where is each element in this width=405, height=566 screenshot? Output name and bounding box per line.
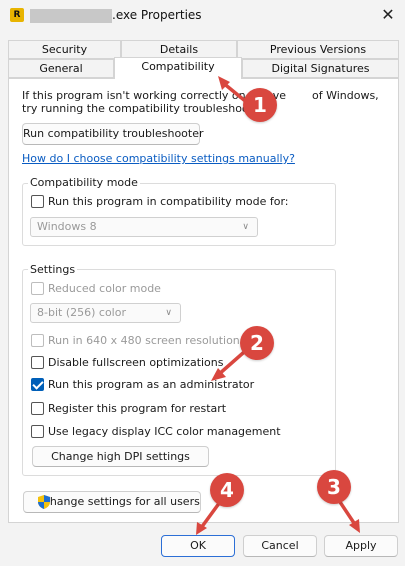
run-troubleshooter-button[interactable]: Run compatibility troubleshooter xyxy=(22,123,204,145)
close-icon[interactable]: ✕ xyxy=(377,4,399,26)
change-all-users-label: Change settings for all users xyxy=(42,495,200,508)
annotation-badge-3: 3 xyxy=(317,470,351,504)
run-640-checkbox[interactable] xyxy=(31,334,44,347)
chevron-down-icon: ∨ xyxy=(242,222,249,232)
compatibility-mode-label: Compatibility mode xyxy=(28,176,140,189)
cancel-button[interactable]: Cancel xyxy=(243,535,317,557)
color-depth-select[interactable]: 8-bit (256) color ∨ xyxy=(30,303,181,323)
register-restart-checkbox[interactable] xyxy=(31,402,44,415)
redacted-filename xyxy=(30,9,112,23)
color-depth-value: 8-bit (256) color xyxy=(37,306,126,319)
chevron-down-icon: ∨ xyxy=(165,308,172,318)
settings-label: Settings xyxy=(28,263,78,276)
apply-button[interactable]: Apply xyxy=(324,535,398,557)
uac-shield-icon xyxy=(38,495,50,509)
annotation-badge-2: 2 xyxy=(240,326,274,360)
disable-fullscreen-label[interactable]: Disable fullscreen optimizations xyxy=(48,356,224,369)
disable-fullscreen-checkbox[interactable] xyxy=(31,356,44,369)
title-bar: R .exe Properties ✕ xyxy=(0,0,405,32)
legacy-icc-checkbox[interactable] xyxy=(31,425,44,438)
compat-os-value: Windows 8 xyxy=(37,220,97,233)
compat-mode-checkbox-label[interactable]: Run this program in compatibility mode f… xyxy=(48,195,289,208)
reduced-color-label[interactable]: Reduced color mode xyxy=(48,282,161,295)
compat-mode-checkbox[interactable] xyxy=(31,195,44,208)
ok-button[interactable]: OK xyxy=(161,535,235,557)
window-title: .exe Properties xyxy=(112,8,202,22)
compat-os-select[interactable]: Windows 8 ∨ xyxy=(30,217,258,237)
app-icon: R xyxy=(10,8,24,22)
tab-compatibility[interactable]: Compatibility xyxy=(114,57,242,79)
legacy-icc-label[interactable]: Use legacy display ICC color management xyxy=(48,425,281,438)
run-640-label[interactable]: Run in 640 x 480 screen resolution xyxy=(48,334,240,347)
settings-group xyxy=(22,269,336,476)
tab-digital-signatures[interactable]: Digital Signatures xyxy=(242,59,399,78)
reduced-color-checkbox[interactable] xyxy=(31,282,44,295)
register-restart-label[interactable]: Register this program for restart xyxy=(48,402,226,415)
change-dpi-button[interactable]: Change high DPI settings xyxy=(32,446,209,467)
intro-line-1: If this program isn't working correctly … xyxy=(22,89,379,102)
intro-line-2: try running the compatibility troublesho… xyxy=(22,102,267,115)
tab-security[interactable]: Security xyxy=(8,40,121,59)
tab-general[interactable]: General xyxy=(8,59,114,78)
annotation-badge-4: 4 xyxy=(210,473,244,507)
run-as-admin-label[interactable]: Run this program as an administrator xyxy=(48,378,254,391)
tab-previous-versions[interactable]: Previous Versions xyxy=(237,40,399,59)
run-as-admin-checkbox[interactable] xyxy=(31,378,44,391)
help-link[interactable]: How do I choose compatibility settings m… xyxy=(22,152,295,165)
annotation-badge-1: 1 xyxy=(243,88,277,122)
